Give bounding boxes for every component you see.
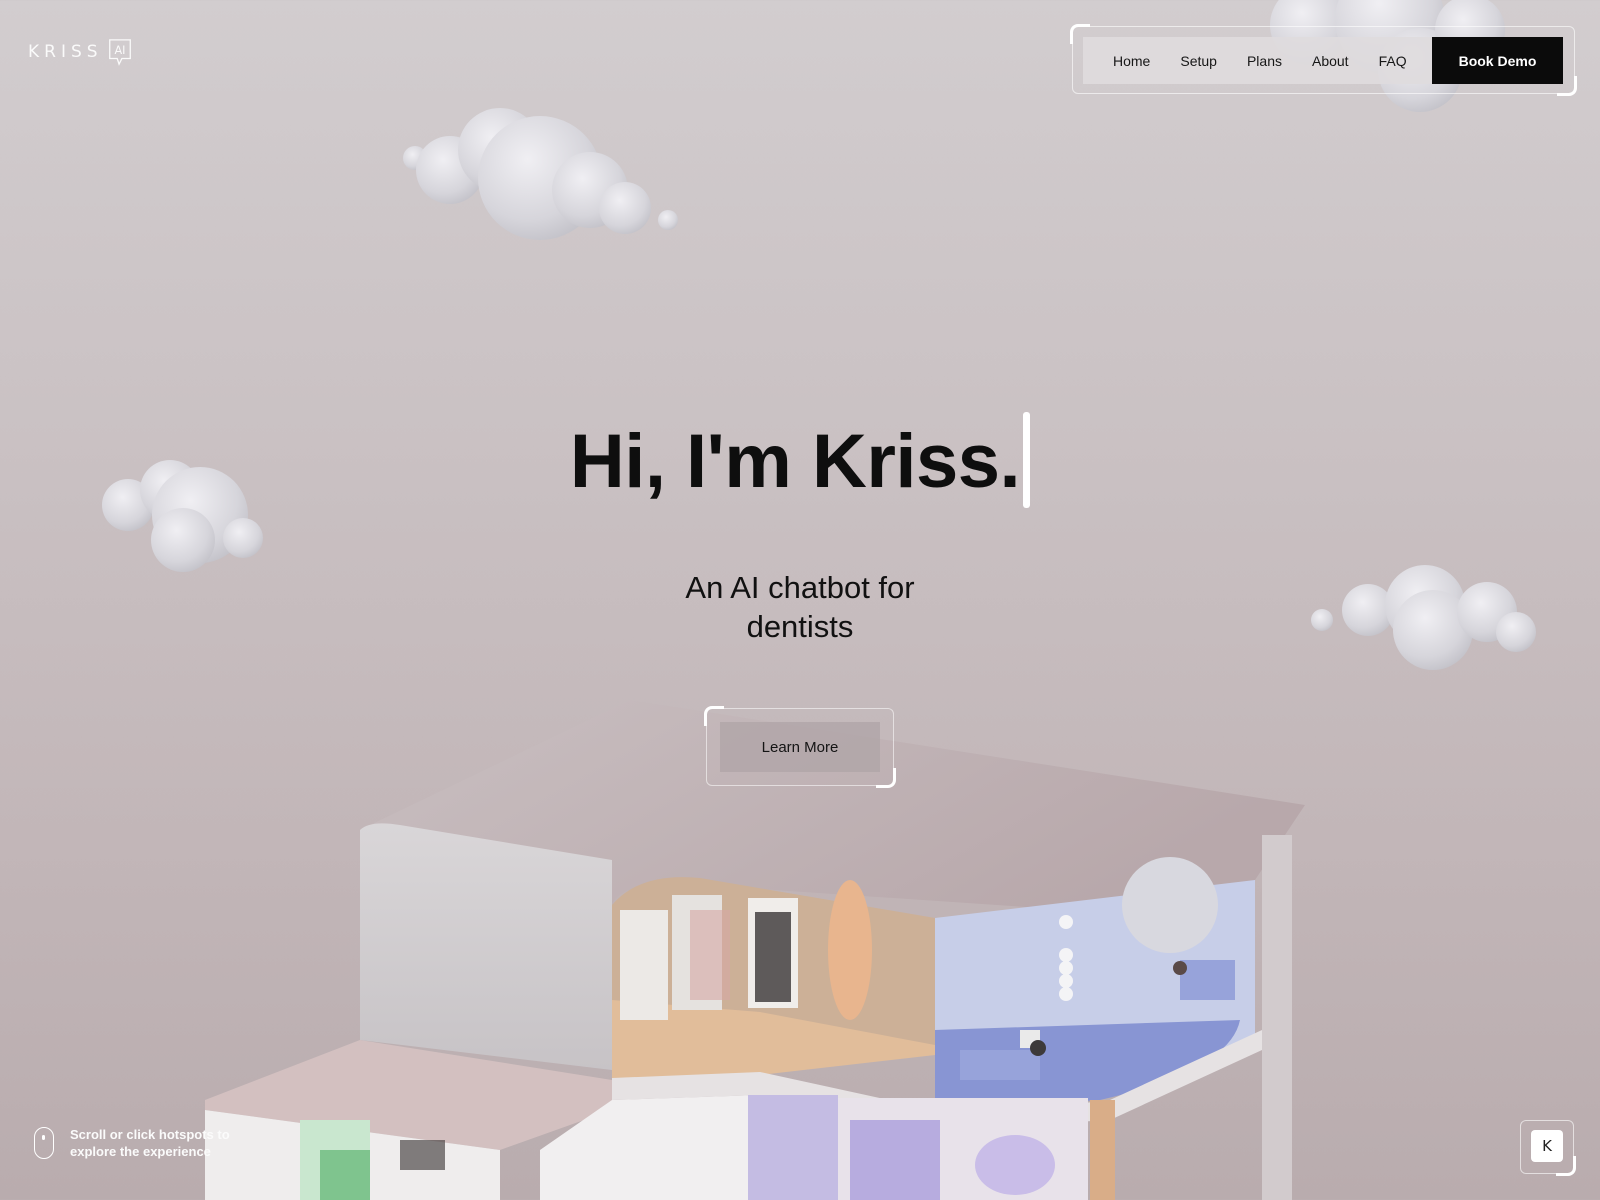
nav-plans[interactable]: Plans	[1232, 53, 1297, 69]
brand-mark: AI	[114, 44, 125, 57]
hero-title-text: Hi, I'm Kriss.	[569, 419, 1021, 504]
scroll-hint-text: Scroll or click hotspots to explore the …	[70, 1127, 230, 1159]
brand-logo[interactable]: KRISS AI	[28, 38, 133, 66]
hero-subtitle-line1: An AI chatbot for	[685, 570, 915, 605]
nav-about[interactable]: About	[1297, 53, 1364, 69]
cabinet-1	[620, 910, 668, 1020]
hero-subtitle: An AI chatbot for dentists	[650, 568, 950, 646]
cloud-top-left	[403, 108, 678, 240]
nav-faq[interactable]: FAQ	[1364, 53, 1422, 69]
nav-setup[interactable]: Setup	[1165, 53, 1232, 69]
main-nav: Home Setup Plans About FAQ Book Demo	[1083, 37, 1563, 84]
cloud-right	[1311, 565, 1536, 670]
hero-subtitle-line2: dentists	[746, 609, 854, 644]
hero-title: Hi, I'm Kriss.	[0, 412, 1600, 512]
book-demo-button[interactable]: Book Demo	[1432, 37, 1563, 84]
learn-more-button[interactable]: Learn More	[720, 722, 880, 772]
nav-home[interactable]: Home	[1083, 53, 1165, 69]
mouse-icon	[34, 1127, 54, 1159]
speech-bubble-logo-icon: AI	[108, 39, 131, 66]
k-menu-button[interactable]: K	[1531, 1130, 1563, 1162]
brand-name: KRISS	[28, 42, 103, 62]
typing-caret	[1023, 412, 1031, 508]
scroll-hint: Scroll or click hotspots to explore the …	[34, 1126, 240, 1160]
